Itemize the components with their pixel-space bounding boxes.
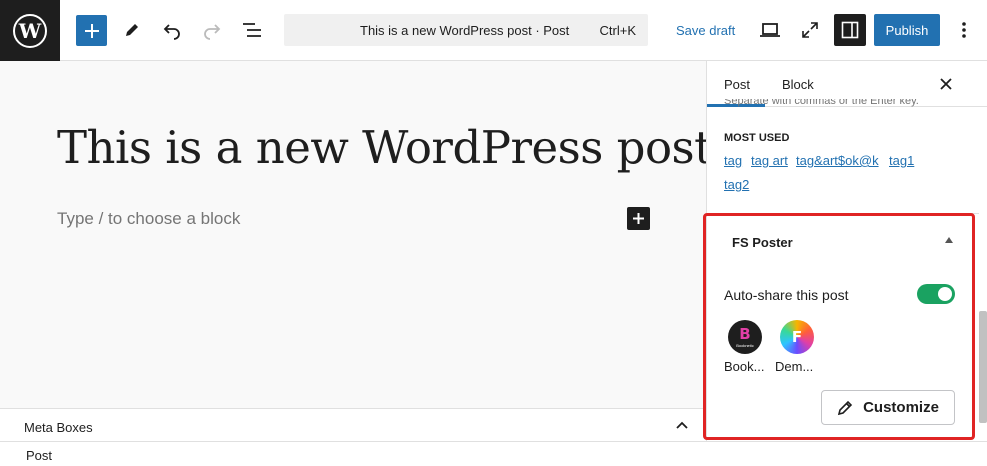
expand-icon: [802, 22, 818, 38]
laptop-icon: [760, 23, 780, 37]
auto-share-toggle[interactable]: [917, 284, 955, 304]
plus-icon: [84, 23, 99, 38]
wordpress-logo-icon: W: [13, 13, 47, 48]
settings-sidebar-toggle[interactable]: [834, 14, 866, 46]
post-title[interactable]: This is a new WordPress post: [57, 121, 712, 174]
tag-link[interactable]: tag&art$ok@k: [796, 153, 879, 168]
meta-boxes-panel[interactable]: Meta Boxes: [0, 408, 706, 441]
pencil-icon: [126, 24, 138, 36]
redo-icon: [204, 24, 221, 40]
chevron-up-icon[interactable]: [674, 418, 690, 434]
customize-button[interactable]: Customize: [821, 390, 955, 425]
account-name: Dem...: [775, 359, 814, 374]
block-placeholder[interactable]: Type / to choose a block: [57, 209, 240, 229]
tag-link[interactable]: tag1: [889, 153, 914, 168]
tab-post[interactable]: Post: [724, 77, 750, 92]
account-name: Book...: [724, 359, 765, 374]
breadcrumb[interactable]: Post: [26, 448, 52, 463]
wordpress-logo-button[interactable]: W: [0, 0, 60, 61]
account-avatar[interactable]: F: [780, 320, 814, 354]
preview-button[interactable]: [754, 14, 786, 46]
options-menu-button[interactable]: [952, 14, 976, 46]
close-sidebar-button[interactable]: [936, 74, 956, 94]
list-view-icon: [243, 23, 261, 37]
more-vertical-icon: [962, 22, 966, 38]
tools-button[interactable]: [116, 14, 148, 46]
command-bar-title: This is a new WordPress post · Post: [360, 23, 570, 38]
fullscreen-button[interactable]: [794, 14, 826, 46]
undo-button[interactable]: [156, 14, 188, 46]
tag-link[interactable]: tag art: [751, 153, 788, 168]
command-bar-shortcut: Ctrl+K: [599, 23, 636, 38]
block-inserter-button[interactable]: [627, 207, 650, 230]
sidebar-icon: [841, 21, 859, 39]
tag-link[interactable]: tag2: [724, 177, 749, 192]
command-palette-bar[interactable]: This is a new WordPress post · Post Ctrl…: [284, 14, 648, 46]
save-draft-button[interactable]: Save draft: [676, 23, 735, 38]
fs-poster-logo-icon: F: [791, 328, 803, 346]
tag-link[interactable]: tag: [724, 153, 742, 168]
fs-poster-title[interactable]: FS Poster: [732, 235, 793, 250]
tags-hint: Separate with commas or the Enter key.: [724, 99, 919, 107]
avatar-caption: Booknetic: [736, 343, 754, 348]
caret-up-icon[interactable]: [944, 236, 954, 244]
top-toolbar: W This is a new WordPress post · Post Ct…: [0, 0, 987, 61]
undo-icon: [163, 24, 180, 40]
sidebar-scrollbar[interactable]: [979, 311, 987, 423]
status-bar: Post: [0, 441, 987, 466]
booknetic-logo-icon: B: [739, 324, 751, 343]
publish-button[interactable]: Publish: [874, 14, 940, 46]
settings-sidebar: Post Block Separate with commas or the E…: [706, 61, 987, 441]
fs-poster-panel: FS Poster Auto-share this post B Booknet…: [707, 213, 979, 441]
tab-block[interactable]: Block: [782, 77, 814, 92]
document-overview-button[interactable]: [236, 14, 268, 46]
redo-button[interactable]: [196, 14, 228, 46]
auto-share-label: Auto-share this post: [724, 287, 849, 303]
editor-canvas: This is a new WordPress post Type / to c…: [0, 61, 712, 408]
account-avatar[interactable]: B Booknetic: [728, 320, 762, 354]
plus-icon: [633, 213, 644, 224]
meta-boxes-label: Meta Boxes: [24, 420, 93, 435]
toggle-knob: [938, 287, 952, 301]
most-used-heading: MOST USED: [724, 132, 790, 144]
add-block-button[interactable]: [76, 15, 107, 46]
pencil-icon: [837, 400, 853, 415]
customize-label: Customize: [863, 399, 939, 416]
close-icon: [940, 78, 952, 90]
